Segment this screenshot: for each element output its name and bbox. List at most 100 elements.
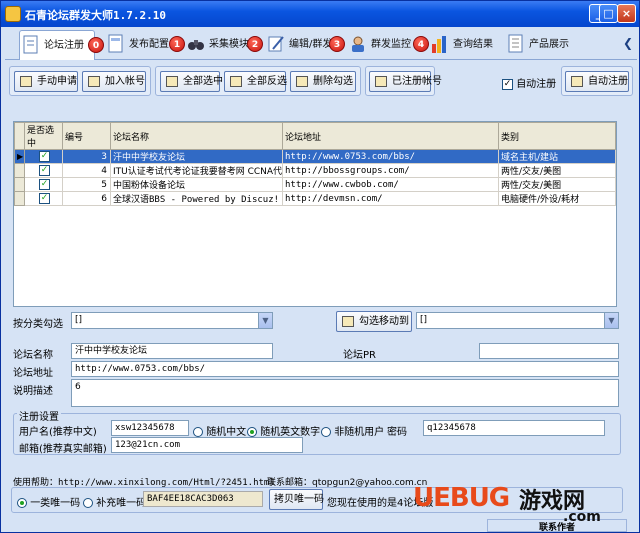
password-label: 密码 [387,427,407,438]
username-label: 用户名(推荐中文) [19,427,97,438]
table-row[interactable]: ✓ 6 全球汉语BBS - Powered by Discuz! http://… [14,191,616,206]
forum-name-field[interactable]: 汗中中学校友论坛 [71,343,273,359]
chevron-down-icon: ▼ [258,313,272,328]
forum-url-field[interactable]: http://www.0753.com/bbs/ [71,361,619,377]
radio-button [321,427,331,437]
tab-edit-send[interactable]: 编辑/群发 3 [265,30,345,60]
cell-category: 两性/交友/美图 [498,177,616,192]
app-icon [5,6,21,22]
tab-label: 采集模块 [209,39,249,50]
catalog-icon [507,34,525,54]
column-header-forum-url[interactable]: 论坛地址 [282,122,499,150]
table-row[interactable]: ▶ ✓ 3 汗中中学校友论坛 http://www.0753.com/bbs/ … [14,149,616,164]
column-header-id[interactable]: 编号 [62,122,111,150]
forum-table[interactable]: 是否选中 编号 论坛名称 论坛地址 类别 ▶ ✓ 3 汗中中学校友论坛 http… [13,121,617,307]
watermark: UEBUG 游戏网 .com [413,477,623,529]
radio-non-random[interactable]: 非随机用户 [321,423,384,438]
email-field[interactable]: 123@21cn.com [111,437,303,453]
step-badge: 3 [329,36,345,52]
manual-apply-button[interactable]: 手动申请 [14,71,78,92]
by-category-label: 按分类勾选 [13,319,63,330]
tab-forum-register[interactable]: 论坛注册 0 [19,30,104,60]
row-pointer-icon: ▶ [14,149,25,164]
select-all-button[interactable]: 全部选中 [160,71,223,92]
description-field[interactable]: 6 [71,379,619,407]
cell-forum-url: http://www.cwbob.com/ [282,177,499,192]
move-icon [342,316,354,327]
registered-accounts-button[interactable]: 已注册帐号 [369,71,442,92]
move-target-select[interactable]: [] ▼ [416,312,619,329]
radio-button [193,427,203,437]
toolbar-group-registered: 已注册帐号 [365,66,442,96]
table-row[interactable]: ✓ 4 ITU认证考试代考论证我要替考网 CCNA代考 http://bboss… [14,163,616,178]
cell-id: 6 [62,191,111,206]
tab-send-monitor[interactable]: 群发监控 4 [347,30,429,60]
radio-random-chinese[interactable]: 随机中文 [193,423,246,438]
move-checked-button[interactable]: 勾选移动到 [336,311,412,332]
main-tabs: 论坛注册 0 发布配置 1 采集模块 2 编辑/群发 3 群发监控 4 查询结果… [5,28,637,60]
bar-chart-icon [431,34,449,54]
radio-random-alnum[interactable]: 随机英文数字 [247,423,320,438]
tab-products[interactable]: 产品展示 [505,30,585,60]
column-header-selected[interactable]: 是否选中 [24,122,63,150]
register-icon [571,76,583,87]
cell-forum-name: 全球汉语BBS - Powered by Discuz! [110,191,283,206]
tab-publish-config[interactable]: 发布配置 1 [105,30,185,60]
cell-forum-name: ITU认证考试代考论证我要替考网 CCNA代考 [110,163,283,178]
radio-button [17,498,27,508]
add-account-button[interactable]: 加入帐号 [82,71,146,92]
cell-id: 3 [62,149,111,164]
radio-one-class-code[interactable]: 一类唯一码 [17,494,80,509]
eraser-icon [296,76,308,87]
cell-forum-url: http://www.0753.com/bbs/ [282,149,499,164]
register-icon [22,35,40,55]
tab-query-results[interactable]: 查询结果 [429,30,505,60]
tab-collect-module[interactable]: 采集模块 2 [185,30,265,60]
auto-register-label: 自动注册 [516,79,557,90]
app-window: 石青论坛群发大师1.7.2.10 _ □ × 论坛注册 0 发布配置 1 采集模… [0,0,640,533]
row-checkbox[interactable]: ✓ [24,163,63,178]
hand-icon [20,76,32,87]
table-header-row: 是否选中 编号 论坛名称 论坛地址 类别 [14,122,616,150]
step-badge: 0 [88,37,104,53]
column-header-category[interactable]: 类别 [498,122,616,150]
step-badge: 2 [247,36,263,52]
cell-category: 域名主机/建站 [498,149,616,164]
forum-name-label: 论坛名称 [13,350,53,361]
select-all-icon [166,76,178,87]
forum-pr-field[interactable] [479,343,619,359]
invert-select-button[interactable]: 全部反选 [224,71,287,92]
radio-supplement-code[interactable]: 补充唯一码 [83,494,146,509]
copy-code-button[interactable]: 拷贝唯一码 [269,489,324,510]
auto-register-button[interactable]: 自动注册 [565,71,629,92]
email-label: 邮箱(推荐真实邮箱) [19,444,107,455]
toolbar: 手动申请 加入帐号 全部选中 全部反选 删除勾选 已注册帐号 ✓ 自动注册 自动… [5,63,637,99]
toolbar-group-add: 手动申请 加入帐号 [9,66,151,96]
row-checkbox[interactable]: ✓ [24,177,63,192]
column-header-forum-name[interactable]: 论坛名称 [110,122,283,150]
delete-checked-button[interactable]: 删除勾选 [290,71,356,92]
register-settings-label: 注册设置 [17,408,61,423]
watermark-brand: UEBUG [413,483,510,513]
forum-pr-label: 论坛PR [343,350,376,361]
tab-label: 产品展示 [529,39,569,50]
category-filter-select[interactable]: [] ▼ [71,312,273,329]
collapse-chevron-icon[interactable]: ❮ [623,36,633,50]
table-row[interactable]: ✓ 5 中国粉体设备论坛 http://www.cwbob.com/ 两性/交友… [14,177,616,192]
row-checkbox[interactable]: ✓ [24,191,63,206]
radio-button [247,427,257,437]
cell-id: 4 [62,163,111,178]
close-button[interactable]: × [617,4,636,23]
password-field[interactable]: q12345678 [423,420,605,436]
username-field[interactable]: xsw12345678 [111,420,189,436]
invert-icon [230,76,242,87]
maximize-button[interactable]: □ [599,4,618,23]
cell-forum-name: 中国粉体设备论坛 [110,177,283,192]
tab-label: 编辑/群发 [289,39,333,50]
row-checkbox[interactable]: ✓ [24,149,63,164]
add-user-icon [88,76,100,87]
cell-category: 电脑硬件/外设/耗材 [498,191,616,206]
binoculars-icon [187,34,205,54]
tab-label: 论坛注册 [44,40,84,51]
auto-register-checkbox[interactable]: ✓ 自动注册 [502,75,556,90]
